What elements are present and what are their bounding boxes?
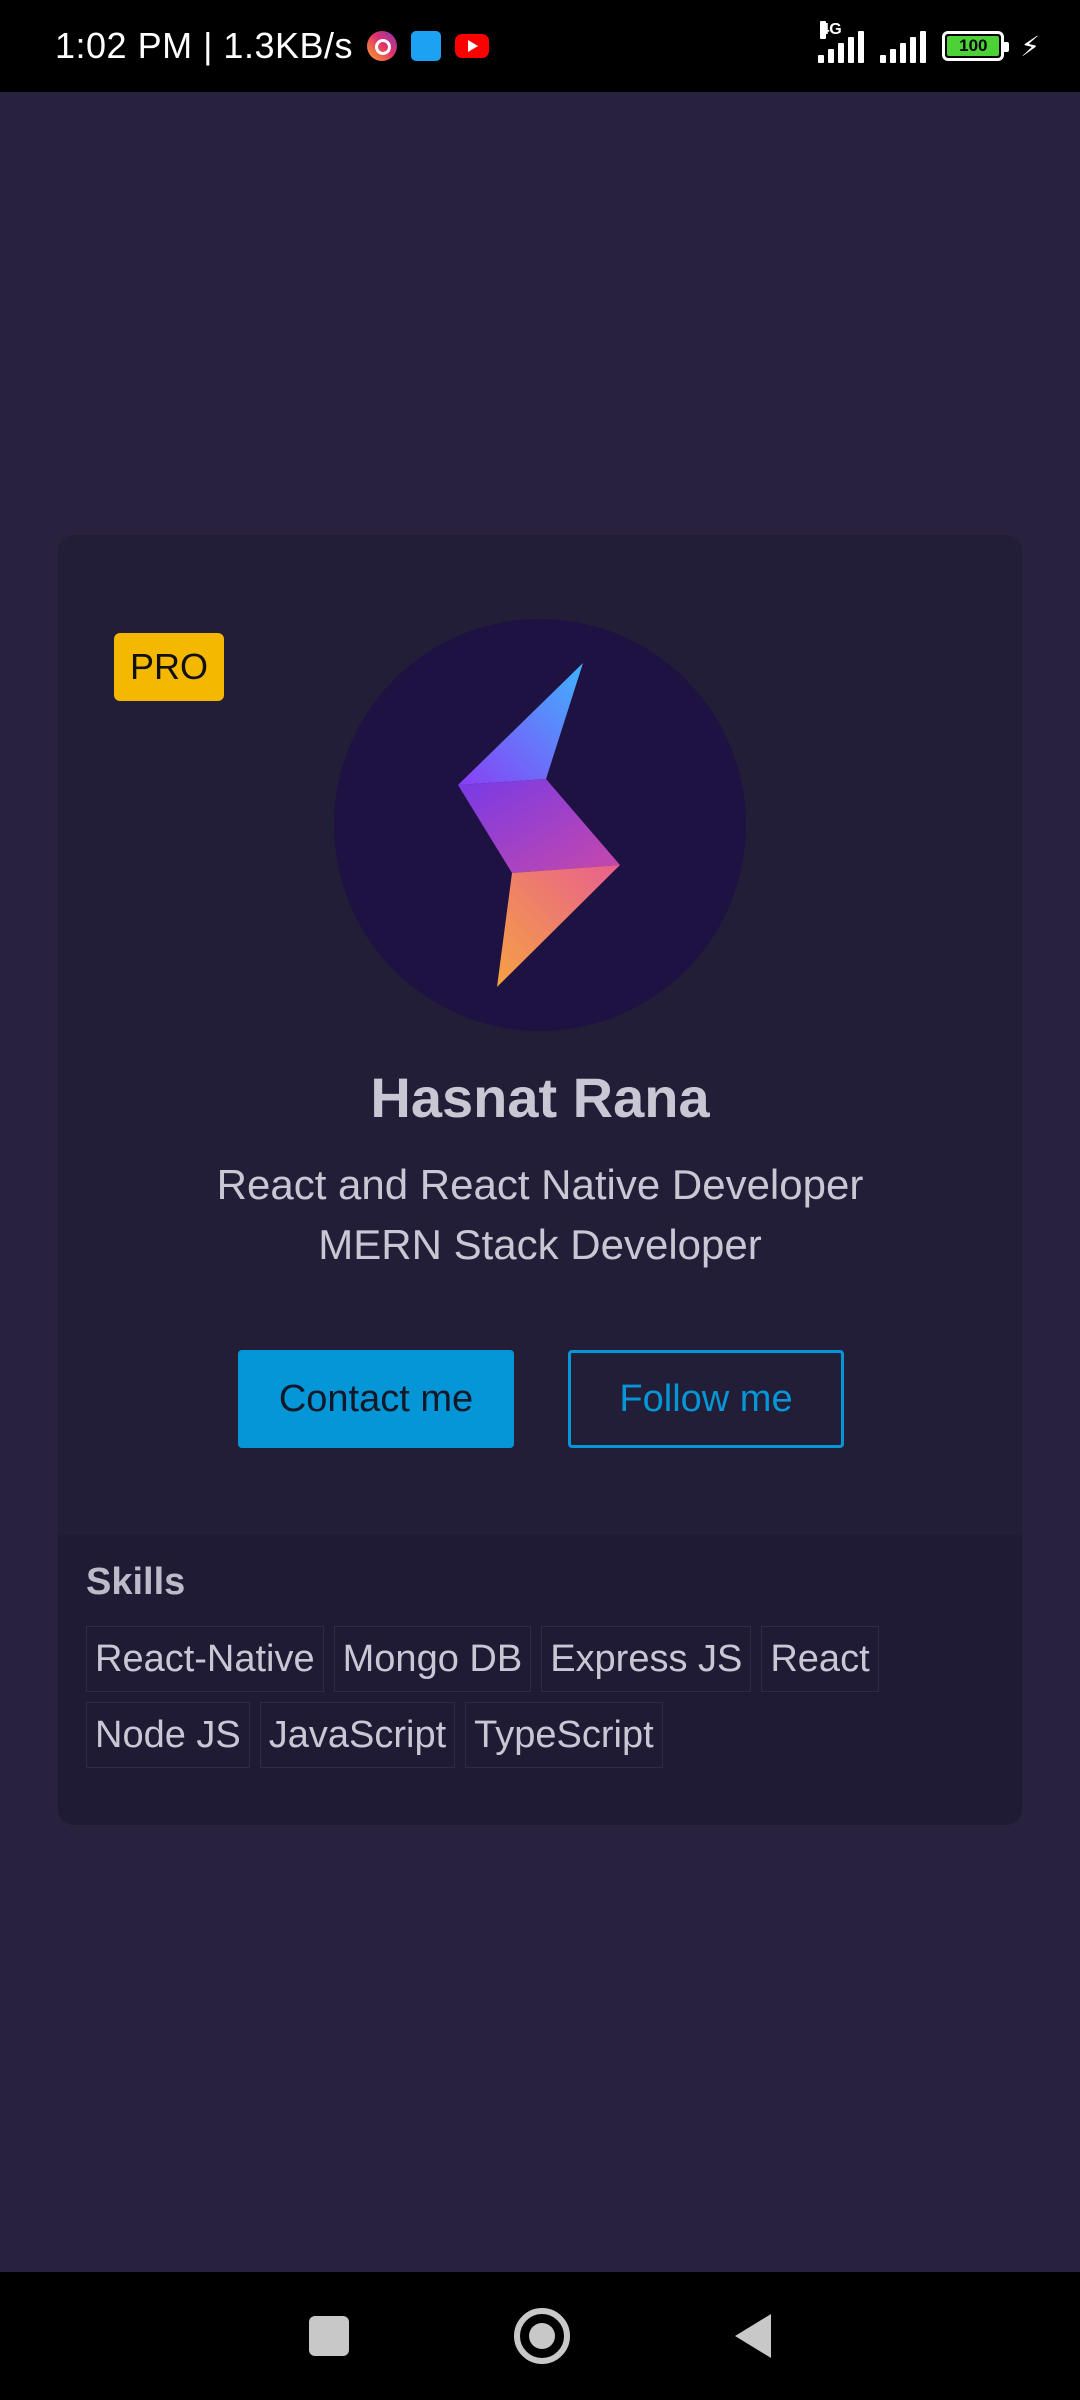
skills-title: Skills [86,1561,186,1603]
signal-4g-icon: 4G [818,21,865,63]
battery-level: 100 [947,36,1000,56]
network-label: 4G [820,21,842,39]
home-icon[interactable] [514,2308,570,2364]
skill-tag: JavaScript [259,1702,456,1768]
lightning-logo-icon [458,663,620,987]
signal-icon [880,29,927,63]
battery-icon: 100 [942,31,1010,61]
status-time: 1:02 PM | 1.3KB/s [55,25,353,66]
skills-section: Skills React-Native Mongo DB Express JS … [58,1535,1022,1825]
skill-tag: Node JS [86,1702,250,1768]
pro-badge: PRO [114,633,224,701]
charging-icon: ⚡ [1020,30,1040,62]
youtube-icon [455,34,489,58]
twitter-icon [411,31,441,61]
subtitle-line-2: MERN Stack Developer [318,1221,762,1268]
back-icon[interactable] [735,2314,771,2358]
skill-tag: React-Native [86,1626,324,1692]
profile-card: PRO Hasnat Rana React and React Native D… [58,535,1022,1825]
skill-tag: Mongo DB [333,1626,532,1692]
skill-tag: TypeScript [465,1702,663,1768]
profile-name: Hasnat Rana [370,1066,710,1129]
status-bar: 1:02 PM | 1.3KB/s 4G 100 ⚡ [0,0,1080,92]
profile-subtitle: React and React Native Developer MERN St… [58,1155,1022,1275]
navigation-bar [0,2272,1080,2400]
status-left: 1:02 PM | 1.3KB/s [55,25,489,67]
skill-tag: Express JS [541,1626,752,1692]
skills-tags: React-Native Mongo DB Express JS React N… [86,1626,886,1768]
subtitle-line-1: React and React Native Developer [216,1161,864,1208]
instagram-icon [367,31,397,61]
follow-button[interactable]: Follow me [568,1350,844,1448]
recent-apps-icon[interactable] [309,2316,349,2356]
contact-button[interactable]: Contact me [238,1350,514,1448]
status-right: 4G 100 ⚡ [818,21,1040,63]
skill-tag: React [761,1626,879,1692]
avatar [334,619,746,1031]
